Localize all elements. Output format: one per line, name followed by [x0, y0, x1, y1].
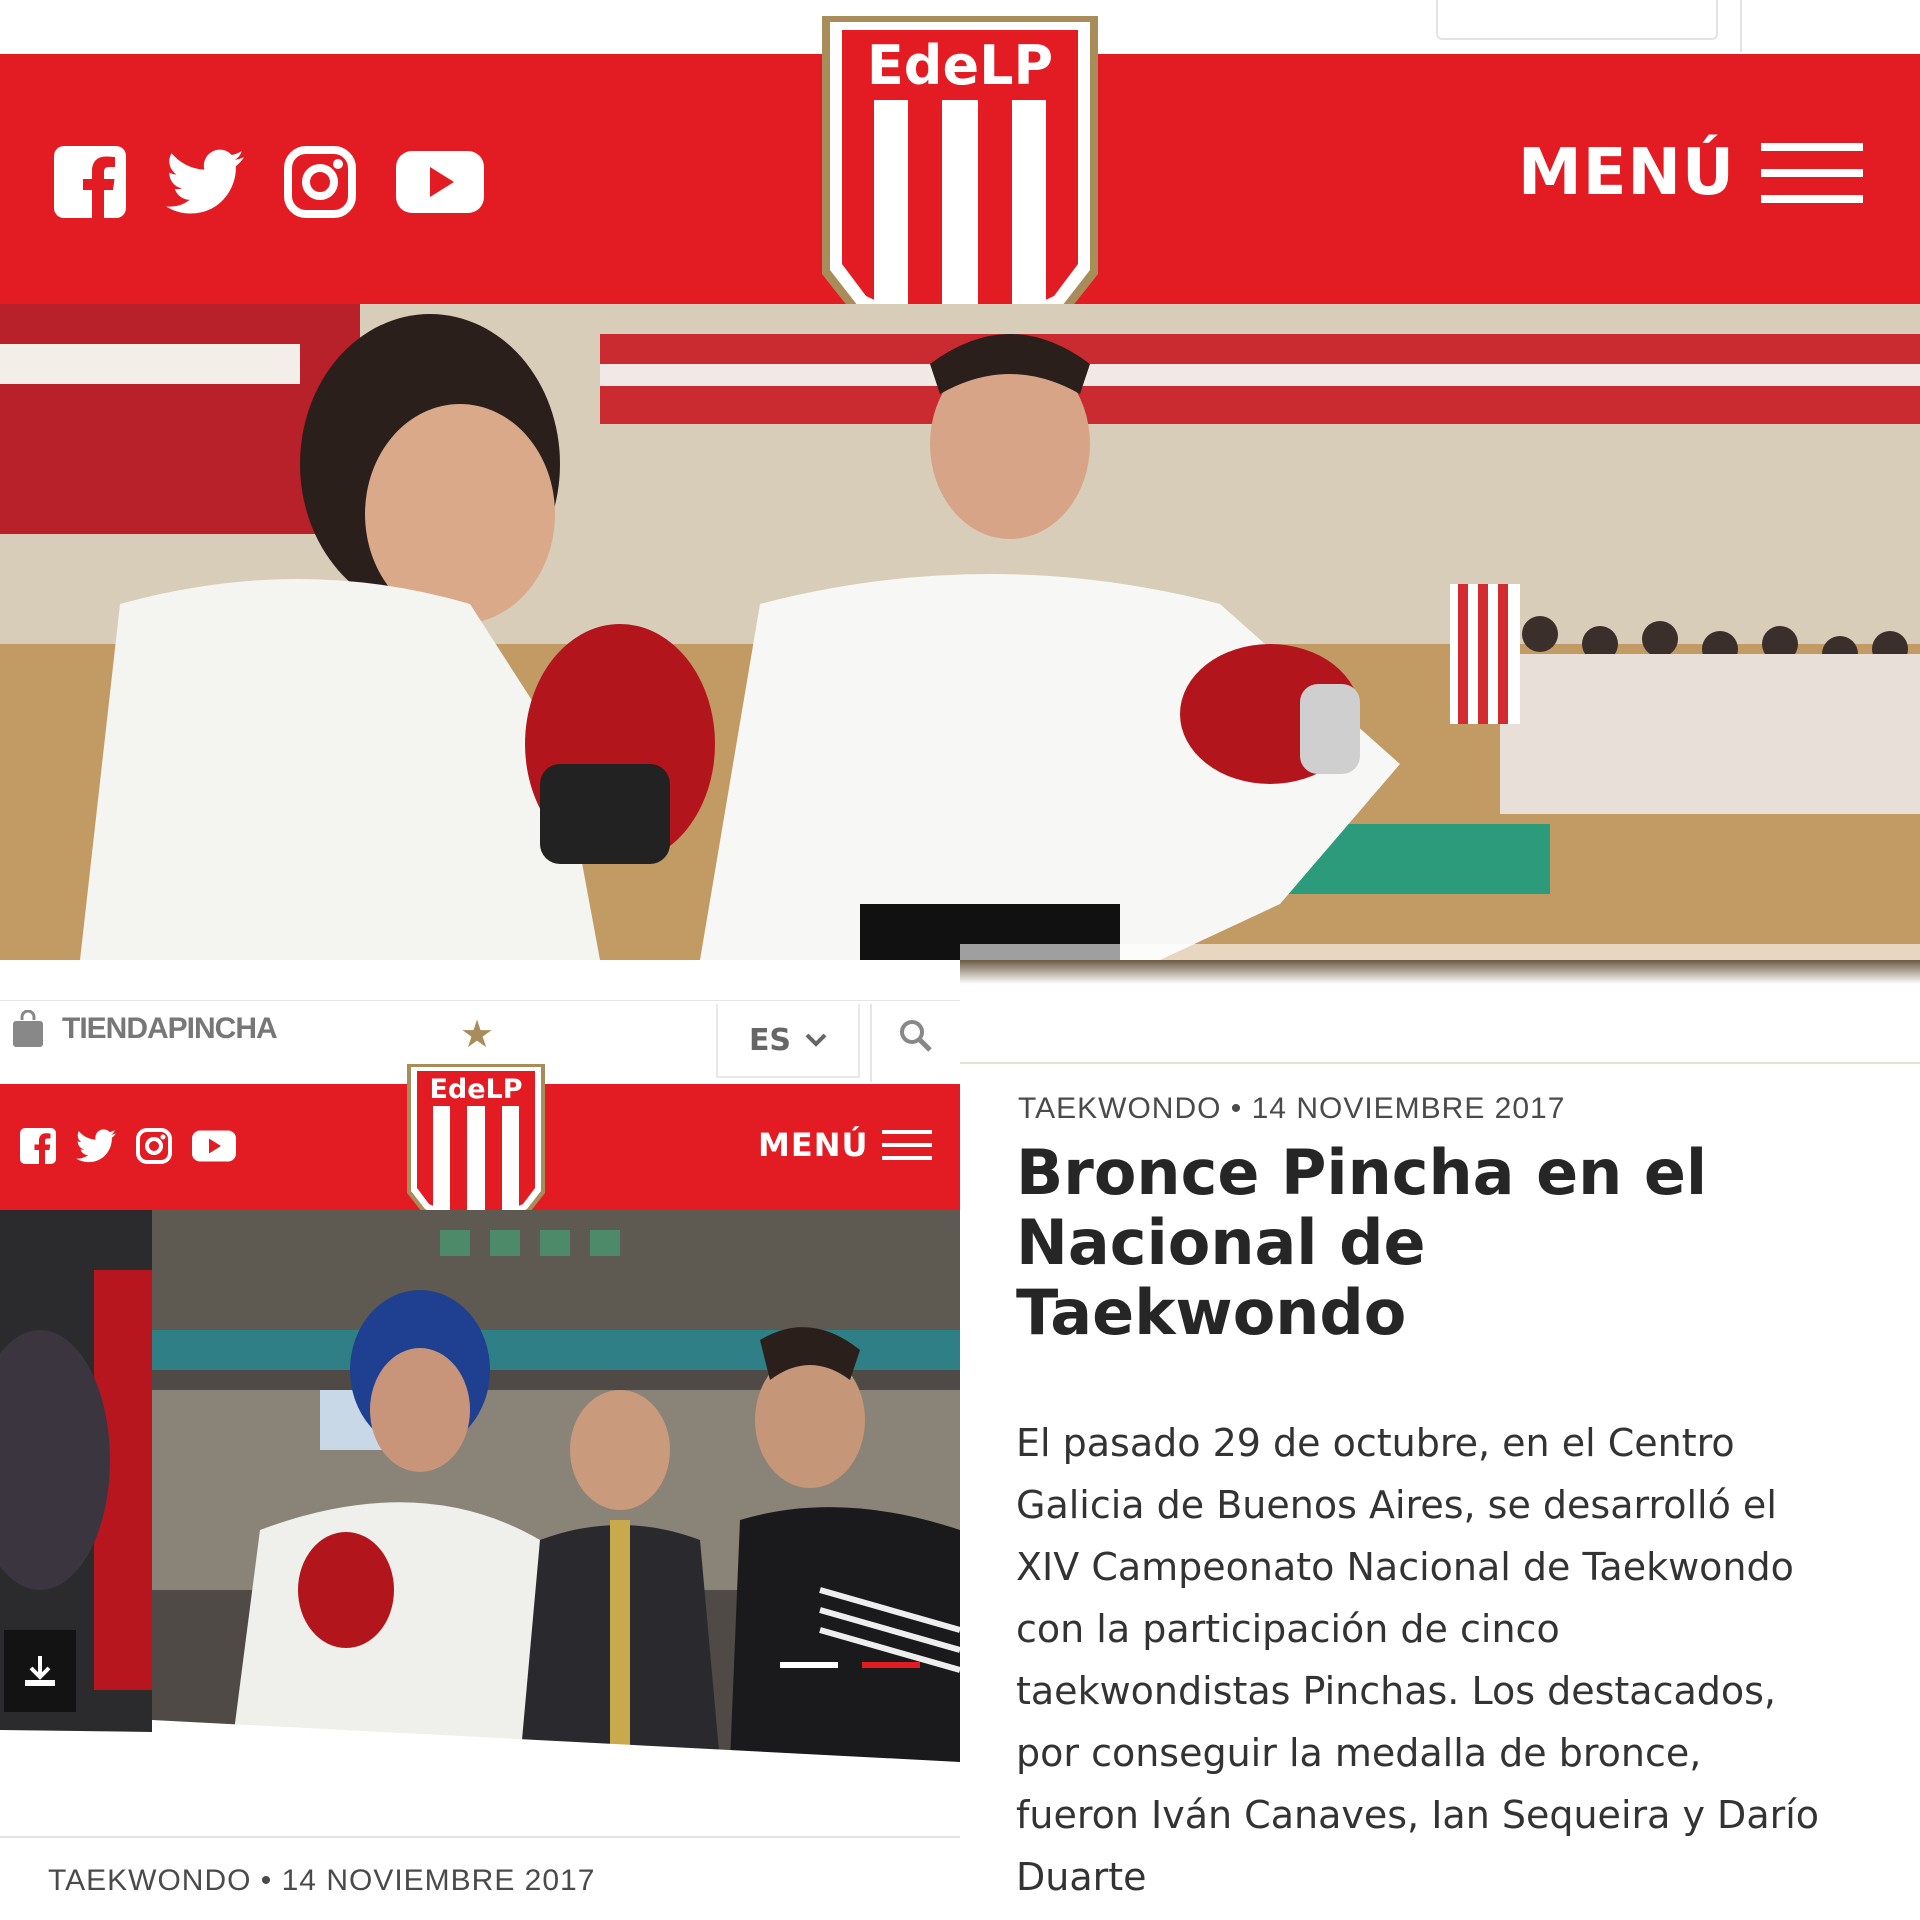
top-menu-button[interactable]: MENÚ — [1518, 136, 1863, 210]
article-body-line: por conseguir la medalla de bronce, — [1016, 1731, 1702, 1775]
top-logo-text: EdeLP — [867, 34, 1053, 97]
article-title-line: Nacional de — [1016, 1206, 1426, 1279]
article-title: Bronce Pincha en el Nacional de Taekwond… — [1016, 1138, 1707, 1348]
article-top-rule — [960, 1062, 1920, 1064]
store-label: TIENDAPINCHA — [62, 1012, 278, 1045]
chevron-down-icon — [805, 1033, 827, 1047]
carousel-photo — [0, 1210, 960, 1762]
hero-photo-sparring — [0, 304, 1920, 960]
bottom-divider — [0, 1836, 960, 1838]
mobile-logo-text: EdeLP — [429, 1074, 522, 1105]
top-search-box[interactable] — [1436, 0, 1718, 40]
article-body-line: fueron Iván Canaves, Ian Sequeira y Darí… — [1016, 1793, 1820, 1837]
download-icon — [25, 1656, 55, 1686]
facebook-icon[interactable] — [54, 146, 126, 218]
hero-photo-illustration — [0, 304, 1920, 960]
article-body-line: con la participación de cinco — [1016, 1607, 1560, 1651]
article-body-line: Duarte — [1016, 1855, 1147, 1899]
store-divider — [870, 1004, 872, 1082]
hamburger-icon — [882, 1130, 933, 1160]
instagram-icon[interactable] — [284, 146, 356, 218]
mobile-menu-button[interactable]: MENÚ — [758, 1126, 933, 1164]
carousel-dot-1[interactable] — [780, 1662, 838, 1668]
youtube-icon[interactable] — [396, 151, 484, 213]
hamburger-icon — [1760, 143, 1863, 203]
instagram-icon[interactable] — [136, 1128, 172, 1164]
article-body-line: XIV Campeonato Nacional de Taekwondo — [1016, 1545, 1794, 1589]
twitter-icon[interactable] — [166, 149, 244, 215]
language-select[interactable]: ES — [716, 1004, 860, 1078]
youtube-icon[interactable] — [192, 1130, 236, 1162]
section-divider — [960, 960, 1920, 984]
language-value: ES — [748, 1022, 792, 1058]
article-meta: TAEKWONDO • 14 NOVIEMBRE 2017 — [1018, 1092, 1566, 1125]
article-body: El pasado 29 de octubre, en el Centro Ga… — [1016, 1412, 1819, 1908]
facebook-icon[interactable] — [20, 1128, 56, 1164]
download-button[interactable] — [4, 1630, 76, 1712]
photo-carousel[interactable] — [0, 1210, 960, 1762]
top-divider — [1740, 0, 1742, 52]
top-menu-label: MENÚ — [1518, 136, 1735, 210]
search-icon[interactable] — [898, 1018, 934, 1054]
mobile-menu-label: MENÚ — [758, 1126, 869, 1164]
article-body-line: taekwondistas Pinchas. Los destacados, — [1016, 1669, 1776, 1713]
shopping-bag-icon — [13, 1010, 43, 1047]
article-body-line: Galicia de Buenos Aires, se desarrolló e… — [1016, 1483, 1777, 1527]
top-social-links — [54, 146, 484, 218]
article-body-line: El pasado 29 de octubre, en el Centro — [1016, 1421, 1735, 1465]
article-title-line: Taekwondo — [1016, 1276, 1407, 1349]
mobile-social-links — [20, 1128, 236, 1164]
twitter-icon[interactable] — [76, 1129, 116, 1163]
article-title-line: Bronce Pincha en el — [1016, 1136, 1708, 1209]
carousel-dot-2[interactable] — [862, 1662, 920, 1668]
star-icon: ★ — [460, 1012, 495, 1056]
store-link[interactable]: TIENDAPINCHA — [12, 1010, 278, 1048]
bottom-article-meta: TAEKWONDO • 14 NOVIEMBRE 2017 — [48, 1864, 596, 1897]
